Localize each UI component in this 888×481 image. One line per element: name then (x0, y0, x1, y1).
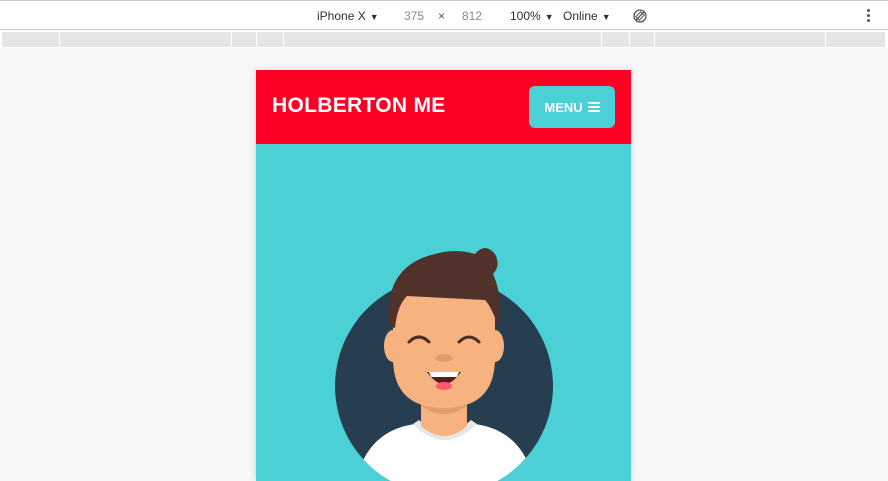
device-toolbar: iPhone X ▼ 375 × 812 100% ▼ Online ▼ (0, 0, 888, 30)
dropdown-caret-icon: ▼ (601, 12, 611, 22)
dimension-separator: × (438, 9, 446, 23)
device-select-label: iPhone X (317, 9, 366, 23)
menu-button[interactable]: MENU (529, 86, 615, 128)
media-query-segment[interactable] (602, 32, 630, 47)
media-query-segment[interactable] (232, 32, 257, 47)
zoom-select[interactable]: 100% ▼ (510, 1, 554, 31)
dropdown-caret-icon: ▼ (369, 12, 379, 22)
height-input[interactable]: 812 (462, 1, 482, 31)
menu-button-label: MENU (544, 99, 583, 115)
dropdown-caret-icon: ▼ (544, 12, 554, 22)
media-query-segment[interactable] (655, 32, 826, 47)
zoom-select-label: 100% (510, 9, 541, 23)
width-input[interactable]: 375 (404, 1, 424, 31)
site-header: HOLBERTON ME MENU (256, 70, 631, 144)
network-select[interactable]: Online ▼ (563, 1, 611, 31)
kebab-menu-icon[interactable] (864, 9, 872, 25)
device-viewport: HOLBERTON ME MENU (256, 70, 631, 481)
media-query-segment[interactable] (60, 32, 232, 47)
rotate-disabled-icon[interactable] (633, 9, 647, 23)
network-select-label: Online (563, 9, 598, 23)
hamburger-icon (587, 102, 600, 112)
avatar (335, 248, 553, 481)
media-query-segment[interactable] (826, 32, 886, 47)
media-query-segment[interactable] (630, 32, 655, 47)
media-query-segment[interactable] (284, 32, 602, 47)
media-query-bar (0, 31, 888, 48)
media-query-segment[interactable] (2, 32, 60, 47)
device-select[interactable]: iPhone X ▼ (317, 1, 379, 31)
site-title[interactable]: HOLBERTON ME (272, 94, 446, 118)
media-query-segment[interactable] (257, 32, 284, 47)
